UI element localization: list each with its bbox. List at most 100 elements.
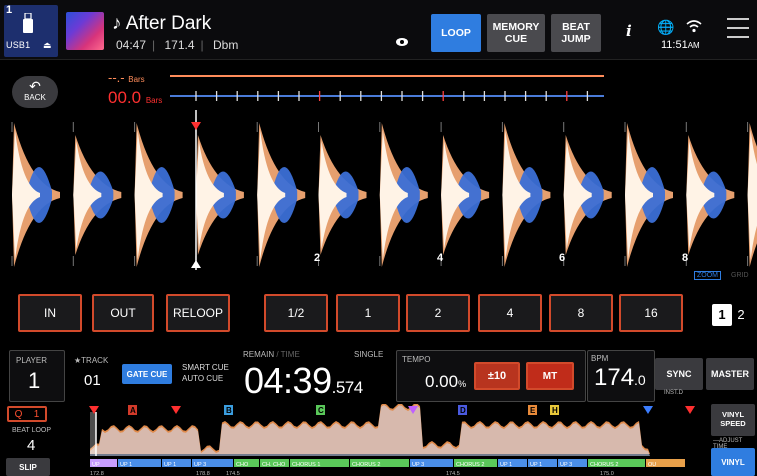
eject-icon[interactable]: ⏏ [43,40,52,51]
beat-ruler [170,75,604,101]
pad-16[interactable]: 16 [619,294,683,332]
loop-bars-top-unit: Bars [128,75,145,84]
tempo-range-button[interactable]: ±10 [474,362,520,390]
pad-page-selector: 1 2 [712,304,750,326]
waveform-core [318,141,347,249]
play-mode-label: SINGLE [354,350,384,359]
time-mode-label[interactable]: REMAIN / TIME [243,350,300,359]
clock-time: 11:51 [661,39,688,51]
tempo-label: TEMPO [402,355,431,364]
bpm-mark: 172.8 [90,471,104,476]
smart-cue-label: SMART CUE [182,363,229,372]
phrase-label: CHO [236,462,249,468]
clock-ampm: AM [687,41,700,50]
track-label-text: TRACK [81,356,109,365]
pad-half[interactable]: 1/2 [264,294,328,332]
phrase-label: CHORUS 2 [456,462,484,468]
phrase-label: CHORUS 2 [352,462,380,468]
bpm-mark: 174.5 [226,471,240,476]
inst-doubles-label: INST.D [664,390,684,396]
phrase-label: UP 3 [194,462,206,468]
grid-toggle[interactable]: GRID [731,272,749,279]
pad-in[interactable]: IN [18,294,82,332]
cue-marker-icon [191,122,201,130]
back-button[interactable]: ↶ BACK [12,76,58,108]
info-icon[interactable]: i [626,22,632,40]
beat-jump-line1: BEAT [562,21,590,33]
sync-button[interactable]: SYNC [655,358,703,390]
phrase-label: CHORUS 2 [590,462,618,468]
track-label: ★TRACK [74,356,109,365]
usb-icon [23,13,33,33]
phrase-label: OU [648,462,656,468]
pad-page-1[interactable]: 1 [712,304,732,326]
waveform-core [625,130,653,260]
clock: 11:51AM [661,39,700,51]
waveform-core [379,130,408,260]
loop-bars-top-value: --.- [108,70,125,85]
track-key: Dbm [213,38,239,52]
time-display: 04:39.574 [244,360,363,402]
track-title: After Dark [125,13,212,34]
master-button[interactable]: MASTER [706,358,754,390]
vinyl-speed-line1: VINYL [721,410,745,419]
track-meta: 04:47 | 171.4 | Dbm [116,38,239,52]
beat-number: 2 [314,252,321,264]
phrase-label: UP 3 [412,462,424,468]
auto-cue-label: AUTO CUE [182,374,224,383]
track-title-row: ♪ After Dark [112,13,212,34]
loop-bars-bottom-unit: Bars [145,96,163,105]
memory-cue-button[interactable]: MEMORY CUE [487,14,545,52]
time-label: TIME [280,350,300,359]
pad-page-2[interactable]: 2 [732,304,750,326]
track-number: 01 [84,372,101,389]
memory-cue-line2: CUE [504,33,528,45]
memory-icon: Q [14,408,23,420]
waveform-core [502,130,531,260]
slip-button[interactable]: SLIP [6,458,50,476]
pad-1[interactable]: 1 [336,294,400,332]
hot-cue-label: H [552,406,558,415]
cue-mode: SMART CUE AUTO CUE [182,362,229,384]
pad-2[interactable]: 2 [406,294,470,332]
eye-icon[interactable] [396,36,408,48]
zoom-toggle[interactable]: ZOOM [694,271,721,280]
beat-loop-label: BEAT LOOP [12,427,52,434]
memory-count: 1 [33,408,40,420]
overview-waveform[interactable]: UP UP 1 UP 1 UP 3 CHO CH. CHO CHORUS 1 CHORUS 2… [80,404,704,476]
waveform-core [195,141,224,249]
bpm-label: BPM [591,354,609,363]
waveform-core [257,130,286,260]
loop-bars-remaining: --.- Bars [108,70,145,85]
hot-cue-label: E [530,406,536,415]
gate-cue-button[interactable]: GATE CUE [122,364,172,384]
time-main-value: 04:39 [244,360,332,401]
wifi-icon [686,20,702,33]
source-label: USB1 [6,40,31,50]
tempo-unit: % [458,379,467,389]
pad-out[interactable]: OUT [92,294,154,332]
pad-reloop[interactable]: RELOOP [166,294,230,332]
phrase-label: CH. CHO [262,462,286,468]
loop-button[interactable]: LOOP [431,14,481,52]
menu-icon[interactable] [727,18,749,38]
master-tempo-button[interactable]: MT [526,362,574,390]
player-number: 1 [28,368,41,393]
beat-jump-button[interactable]: BEAT JUMP [551,14,601,52]
vinyl-speed-line2: SPEED [720,419,746,428]
bpm-mark: 175.0 [600,471,614,476]
loop-bars-bottom-value: 00.0 [108,88,142,107]
globe-icon[interactable]: 🌐 [657,19,674,36]
phrase-label: CHORUS 1 [292,462,320,468]
vinyl-mode-button[interactable]: VINYL [711,448,755,476]
hot-cue-label: B [226,406,232,415]
tempo-value: 0.00% [425,372,466,392]
phrase-label: UP 1 [530,462,542,468]
hot-cue-label: D [460,406,466,415]
tempo-number: 0.00 [425,372,459,391]
pad-4[interactable]: 4 [478,294,542,332]
vinyl-speed-button[interactable]: VINYL SPEED [711,404,755,436]
pad-8[interactable]: 8 [549,294,613,332]
main-waveform[interactable] [0,110,757,280]
beat-number: 4 [437,252,444,264]
